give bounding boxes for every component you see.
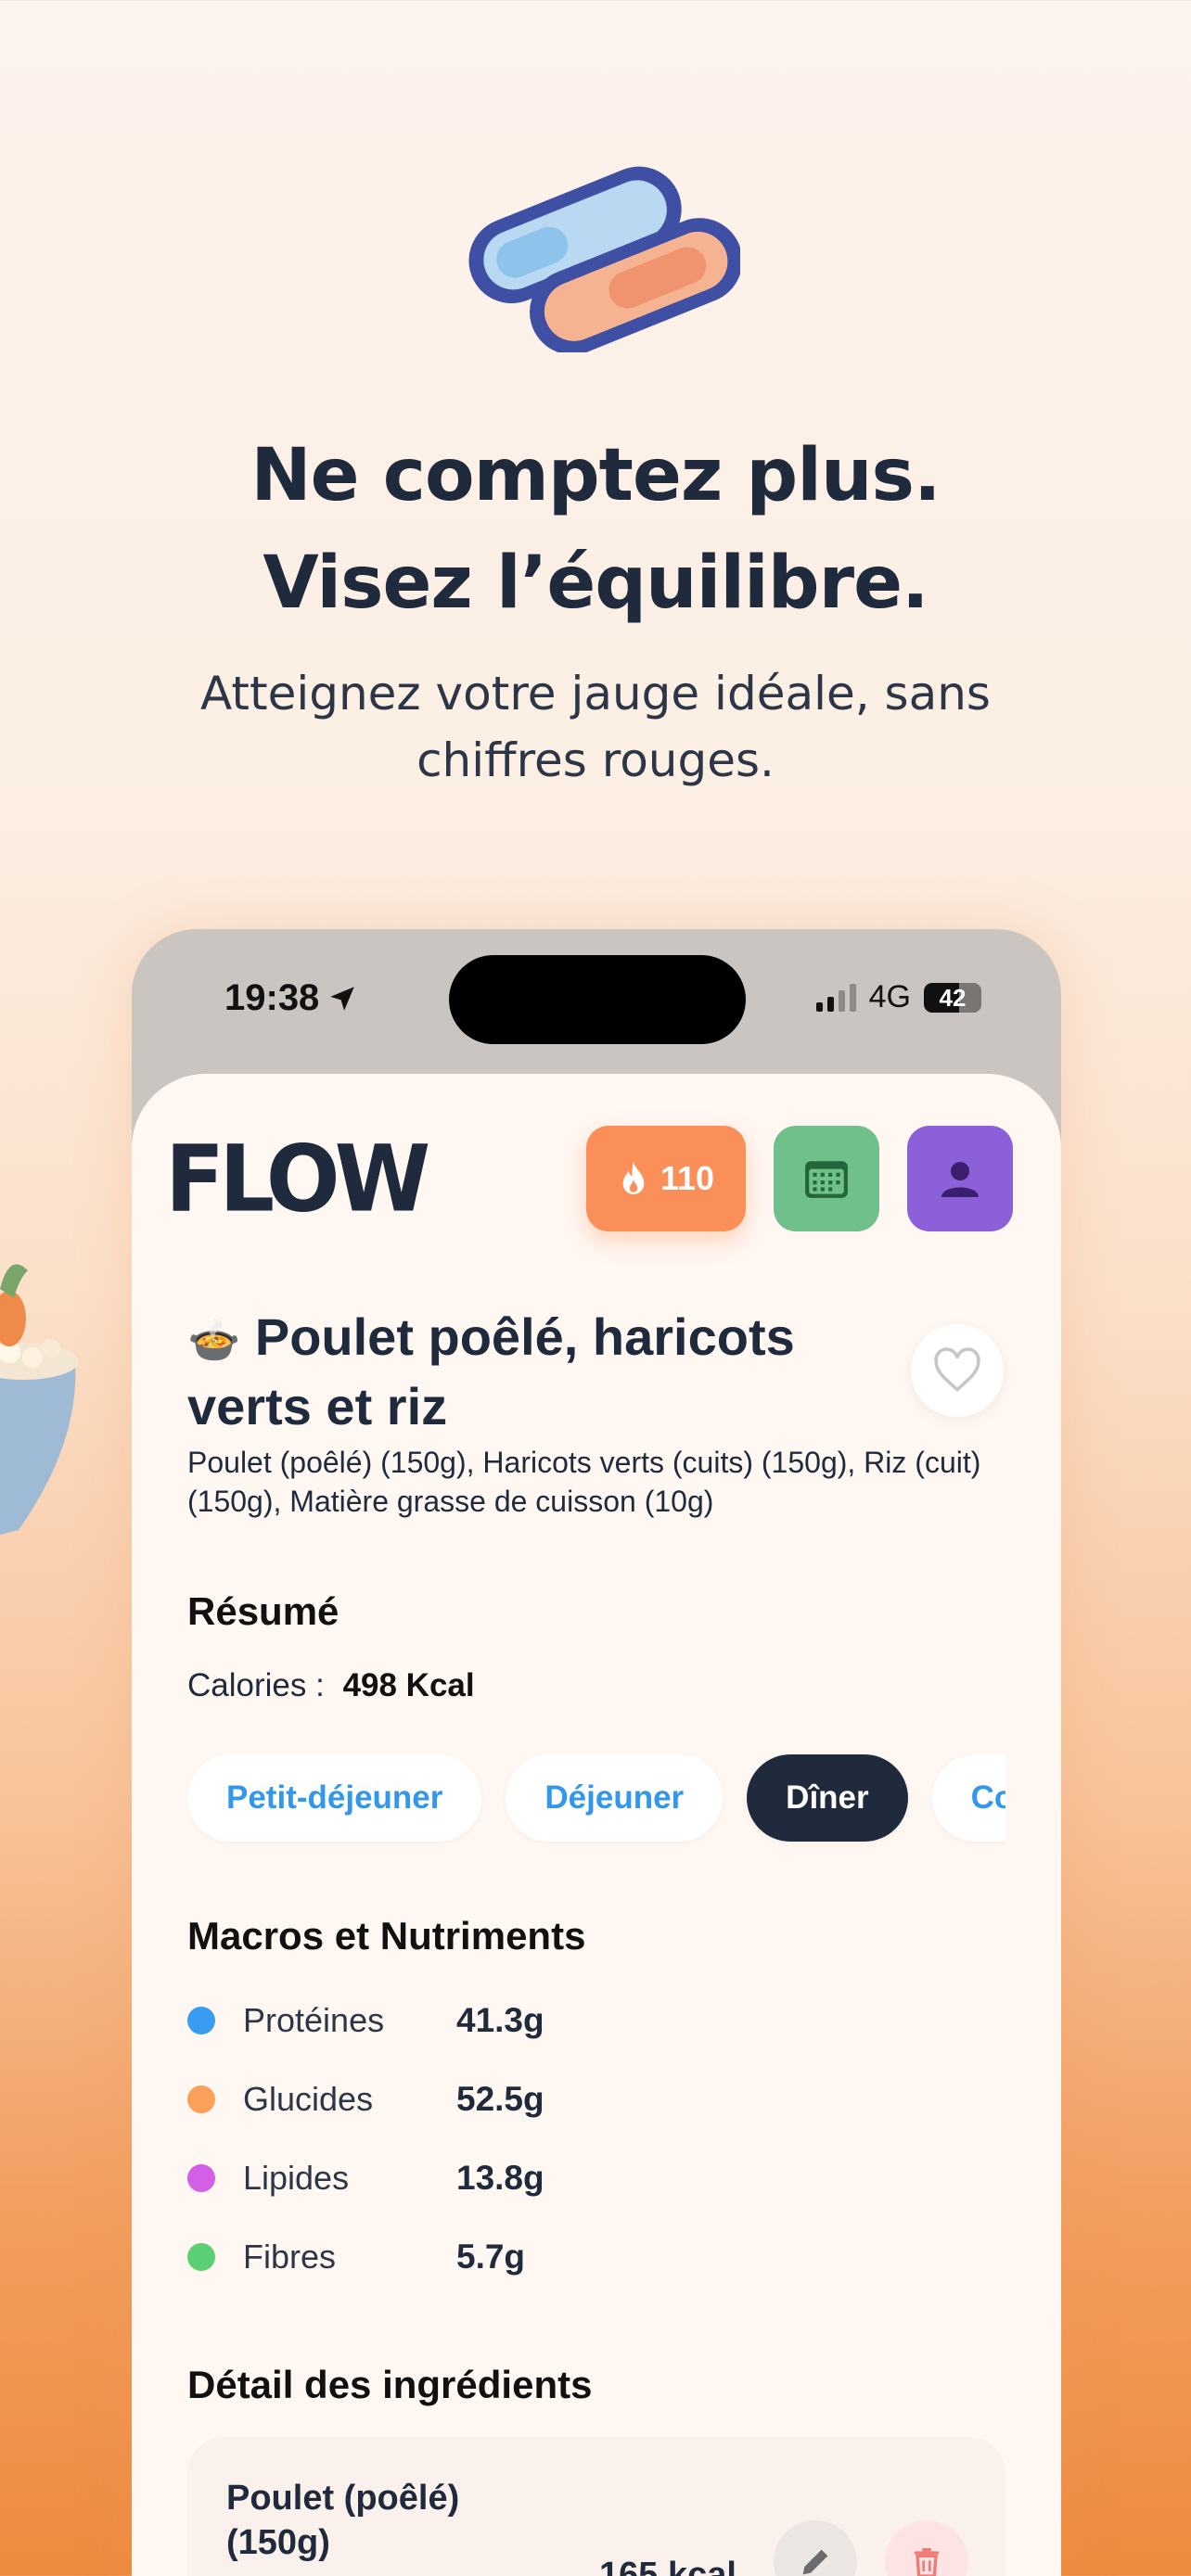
streak-count: 110 (660, 1159, 715, 1197)
meal-emoji: 🍲 (187, 1316, 241, 1364)
subline-line-2: chiffres rouges. (416, 733, 775, 787)
streak-button[interactable]: 110 (586, 1126, 746, 1231)
network-label: 4G (868, 979, 911, 1014)
ingredients-title: Détail des ingrédients (187, 2363, 593, 2406)
macro-row-glucides: Glucides 52.5g (187, 2080, 544, 2119)
chip-dejeuner[interactable]: Déjeuner (506, 1754, 724, 1842)
status-time: 19:38 (224, 977, 358, 1019)
location-arrow-icon (330, 986, 355, 1011)
macro-value: 13.8g (456, 2159, 544, 2197)
calories-value: 498 Kcal (342, 1667, 475, 1703)
trash-icon (914, 2548, 940, 2576)
flame-icon (622, 1161, 645, 1194)
macro-row-fibres: Fibres 5.7g (187, 2238, 525, 2276)
macro-row-proteines: Protéines 41.3g (187, 2001, 544, 2040)
headline-line-1: Ne comptez plus. (250, 434, 941, 517)
heart-icon (934, 1347, 980, 1392)
delete-ingredient-button[interactable] (885, 2520, 968, 2576)
app-screen: FLOW 110 🍲 Poulet poêlé, haricots verts … (132, 1074, 1061, 2576)
calendar-button[interactable] (774, 1126, 879, 1231)
carbs-dot (187, 2085, 215, 2113)
meal-title: 🍲 Poulet poêlé, haricots verts et riz (187, 1304, 892, 1440)
phone-mockup: 19:38 4G 42 FLOW 110 🍲 Poulet poêlé, har… (132, 929, 1061, 2576)
subline-line-1: Atteignez votre jauge idéale, sans (200, 667, 991, 721)
ingredient-card: Poulet (poêlé) (150g) 165 kcal (187, 2437, 1005, 2576)
profile-button[interactable] (907, 1126, 1013, 1231)
app-logo: FLOW (165, 1127, 430, 1233)
chip-diner[interactable]: Dîner (747, 1754, 908, 1842)
signal-icon (815, 983, 856, 1012)
macro-row-lipides: Lipides 13.8g (187, 2159, 544, 2198)
status-indicators: 4G 42 (815, 979, 981, 1015)
protein-dot (187, 2007, 215, 2034)
ingredient-name: Poulet (poêlé) (150g) (226, 2479, 460, 2562)
dynamic-island (449, 955, 746, 1044)
battery-icon: 42 (924, 982, 981, 1013)
fiber-dot (187, 2243, 215, 2271)
pencil-icon (802, 2549, 828, 2575)
macro-name: Lipides (243, 2159, 350, 2197)
macro-name: Glucides (243, 2080, 374, 2118)
edit-ingredient-button[interactable] (774, 2520, 857, 2576)
macros-title: Macros et Nutriments (187, 1914, 586, 1958)
meal-description: Poulet (poêlé) (150g), Haricots verts (c… (187, 1446, 981, 1518)
bowl-illustration (0, 1252, 102, 1567)
gauge-pill-icon (453, 148, 743, 355)
time-label: 19:38 (224, 977, 320, 1018)
calories-label: Calories : (187, 1667, 325, 1703)
meal-type-selector: Petit-déjeuner Déjeuner Dîner Collation (187, 1754, 1005, 1847)
person-icon (941, 1162, 979, 1197)
macro-value: 41.3g (456, 2001, 544, 2039)
hero-headline: Ne comptez plus. Visez l’équilibre. (0, 422, 1191, 637)
favorite-button[interactable] (911, 1324, 1004, 1417)
macro-value: 5.7g (456, 2238, 526, 2276)
calendar-icon (805, 1161, 848, 1198)
battery-level: 42 (939, 983, 967, 1012)
ingredient-kcal: 165 kcal (599, 2556, 736, 2576)
hero-subline: Atteignez votre jauge idéale, sans chiff… (0, 660, 1191, 794)
macro-name: Fibres (243, 2238, 337, 2276)
chip-petit-dejeuner[interactable]: Petit-déjeuner (187, 1754, 482, 1842)
calories-line: Calories : 498 Kcal (187, 1667, 475, 1704)
macro-value: 52.5g (456, 2080, 544, 2118)
headline-line-2: Visez l’équilibre. (263, 542, 928, 625)
meal-title-text: Poulet poêlé, haricots verts et riz (187, 1307, 795, 1435)
macro-name: Protéines (243, 2001, 385, 2039)
chip-collation[interactable]: Collation (931, 1754, 1005, 1842)
fat-dot (187, 2164, 215, 2192)
summary-title: Résumé (187, 1589, 339, 1633)
